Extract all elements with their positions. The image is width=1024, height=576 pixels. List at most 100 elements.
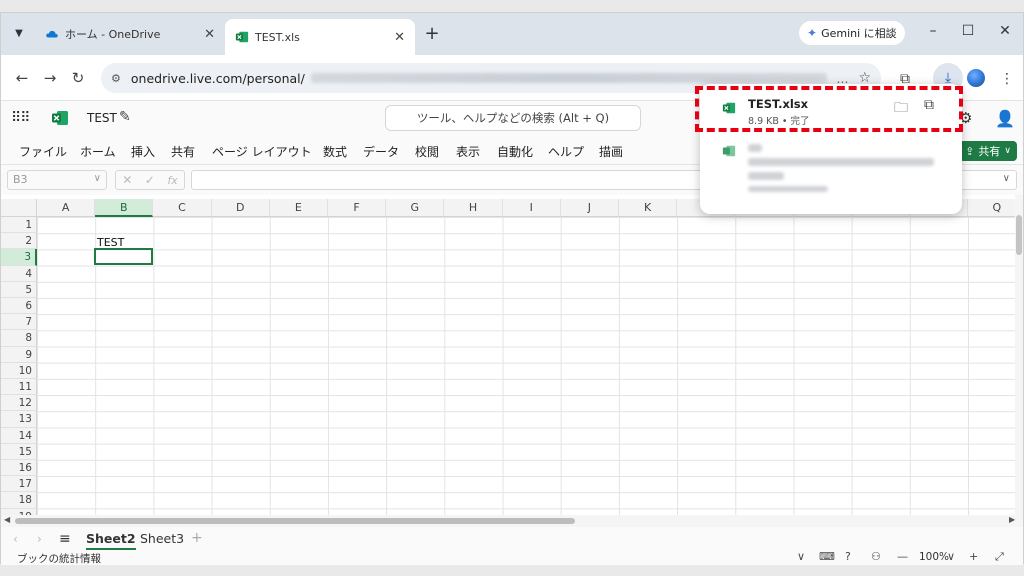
share-button[interactable]: ⇪ 共有 ∨: [959, 141, 1017, 161]
prev-sheet-icon[interactable]: ‹: [13, 532, 18, 546]
forward-arrow-icon[interactable]: →: [39, 67, 61, 89]
tab-title: TEST.xls: [255, 30, 300, 44]
search-box[interactable]: ツール、ヘルプなどの検索 (Alt + Q): [385, 105, 641, 131]
active-cell-b3[interactable]: [94, 248, 153, 265]
row-header-18[interactable]: 18: [1, 492, 37, 509]
ribbon-tab-file[interactable]: ファイル: [19, 143, 67, 160]
ribbon-tab-home[interactable]: ホーム: [80, 143, 116, 160]
row-header-17[interactable]: 17: [1, 476, 37, 493]
row-header-7[interactable]: 7: [1, 314, 37, 331]
select-all-corner[interactable]: [1, 199, 37, 217]
tab-search-button[interactable]: ▼: [7, 21, 31, 45]
chevron-down-icon[interactable]: ∨: [947, 550, 955, 563]
column-header-i[interactable]: I: [502, 199, 561, 217]
column-header-c[interactable]: C: [153, 199, 212, 217]
vertical-scrollbar[interactable]: [1015, 195, 1023, 515]
confirm-check-icon[interactable]: ✓: [145, 173, 155, 187]
row-header-11[interactable]: 11: [1, 379, 37, 396]
name-box[interactable]: B3 ∨: [7, 170, 107, 190]
document-title[interactable]: TEST: [87, 111, 117, 125]
column-header-k[interactable]: K: [619, 199, 678, 217]
row-header-9[interactable]: 9: [1, 346, 37, 363]
scroll-right-icon[interactable]: ▶: [1009, 515, 1015, 524]
ribbon-tab-page-layout[interactable]: ページ レイアウト: [212, 143, 312, 160]
ribbon-tab-help[interactable]: ヘルプ: [548, 143, 584, 160]
column-header-q[interactable]: Q: [968, 199, 1017, 217]
workbook-statistics[interactable]: ブックの統計情報: [17, 551, 101, 566]
vertical-scroll-thumb[interactable]: [1016, 215, 1022, 255]
row-header-8[interactable]: 8: [1, 330, 37, 347]
ribbon-tab-insert[interactable]: 挿入: [131, 143, 155, 160]
chevron-down-icon[interactable]: ∨: [1003, 173, 1010, 184]
gemini-button[interactable]: ✦ Gemini に相談: [799, 21, 905, 45]
back-arrow-icon[interactable]: ←: [11, 67, 33, 89]
zoom-level[interactable]: 100%: [919, 551, 949, 563]
app-launcher-icon[interactable]: ⠿⠿: [11, 110, 30, 126]
ribbon-tab-view[interactable]: 表示: [456, 143, 480, 160]
column-header-e[interactable]: E: [269, 199, 328, 217]
ribbon-tab-draw[interactable]: 描画: [599, 143, 623, 160]
cell-area[interactable]: [37, 217, 1017, 515]
accessibility-icon[interactable]: ⚇: [871, 550, 881, 563]
tab-test-xls[interactable]: TEST.xls ✕: [225, 19, 415, 55]
row-header-4[interactable]: 4: [1, 265, 37, 282]
row-header-12[interactable]: 12: [1, 395, 37, 412]
add-sheet-icon[interactable]: +: [191, 530, 203, 546]
zoom-out-icon[interactable]: —: [897, 550, 908, 563]
row-header-5[interactable]: 5: [1, 281, 37, 298]
row-header-16[interactable]: 16: [1, 460, 37, 477]
blurred-text: [748, 158, 934, 166]
row-header-6[interactable]: 6: [1, 298, 37, 315]
profile-avatar[interactable]: [967, 69, 985, 87]
kebab-menu-icon[interactable]: ⋮: [995, 67, 1019, 91]
horizontal-scrollbar[interactable]: ◀ ▶: [1, 515, 1023, 527]
column-header-f[interactable]: F: [328, 199, 387, 217]
ribbon-tab-review[interactable]: 校閲: [415, 143, 439, 160]
row-header-13[interactable]: 13: [1, 411, 37, 428]
cancel-x-icon[interactable]: ✕: [122, 173, 132, 187]
row-header-2[interactable]: 2: [1, 233, 37, 250]
close-tab-icon[interactable]: ✕: [204, 27, 215, 42]
column-header-j[interactable]: J: [560, 199, 619, 217]
ribbon-tab-data[interactable]: データ: [363, 143, 399, 160]
url-text: onedrive.live.com/personal/: [130, 70, 305, 86]
new-tab-button[interactable]: +: [421, 23, 443, 44]
sheet-tab-sheet2[interactable]: Sheet2: [86, 531, 136, 550]
sheet-tab-sheet3[interactable]: Sheet3: [140, 531, 184, 546]
close-tab-icon[interactable]: ✕: [394, 30, 405, 45]
tab-onedrive-home[interactable]: ホーム - OneDrive ✕: [35, 19, 225, 49]
row-header-14[interactable]: 14: [1, 427, 37, 444]
download-item-blurred[interactable]: [700, 136, 962, 206]
account-person-icon[interactable]: 👤: [995, 109, 1015, 128]
ribbon-tab-automate[interactable]: 自動化: [497, 143, 533, 160]
scroll-left-icon[interactable]: ◀: [4, 515, 10, 524]
minimize-button[interactable]: –: [921, 23, 945, 39]
close-window-button[interactable]: ✕: [993, 23, 1017, 39]
keyboard-icon[interactable]: ⌨: [819, 550, 835, 563]
chevron-down-icon[interactable]: ∨: [797, 550, 805, 563]
fx-icon[interactable]: fx: [167, 174, 177, 187]
column-header-d[interactable]: D: [211, 199, 270, 217]
row-header-3[interactable]: 3: [1, 249, 37, 266]
zoom-in-icon[interactable]: +: [969, 550, 978, 563]
name-box-value: B3: [13, 173, 28, 186]
help-icon[interactable]: ?: [845, 550, 851, 563]
column-header-g[interactable]: G: [386, 199, 445, 217]
row-header-1[interactable]: 1: [1, 217, 37, 234]
ribbon-tab-formulas[interactable]: 数式: [323, 143, 347, 160]
all-sheets-icon[interactable]: ≡: [59, 531, 71, 547]
row-header-15[interactable]: 15: [1, 443, 37, 460]
ribbon-tab-share[interactable]: 共有: [171, 143, 195, 160]
column-header-b[interactable]: B: [95, 199, 154, 217]
reload-icon[interactable]: ↻: [67, 67, 89, 89]
column-header-h[interactable]: H: [444, 199, 503, 217]
share-icon: ⇪: [965, 144, 975, 158]
horizontal-scroll-thumb[interactable]: [15, 518, 575, 524]
maximize-button[interactable]: ☐: [956, 23, 980, 39]
next-sheet-icon[interactable]: ›: [37, 532, 42, 546]
site-info-icon[interactable]: ⚙: [111, 72, 121, 85]
fullscreen-icon[interactable]: ⤢: [995, 550, 1004, 564]
column-header-a[interactable]: A: [37, 199, 96, 217]
row-header-10[interactable]: 10: [1, 362, 37, 379]
edit-pen-icon[interactable]: ✎: [119, 109, 131, 125]
